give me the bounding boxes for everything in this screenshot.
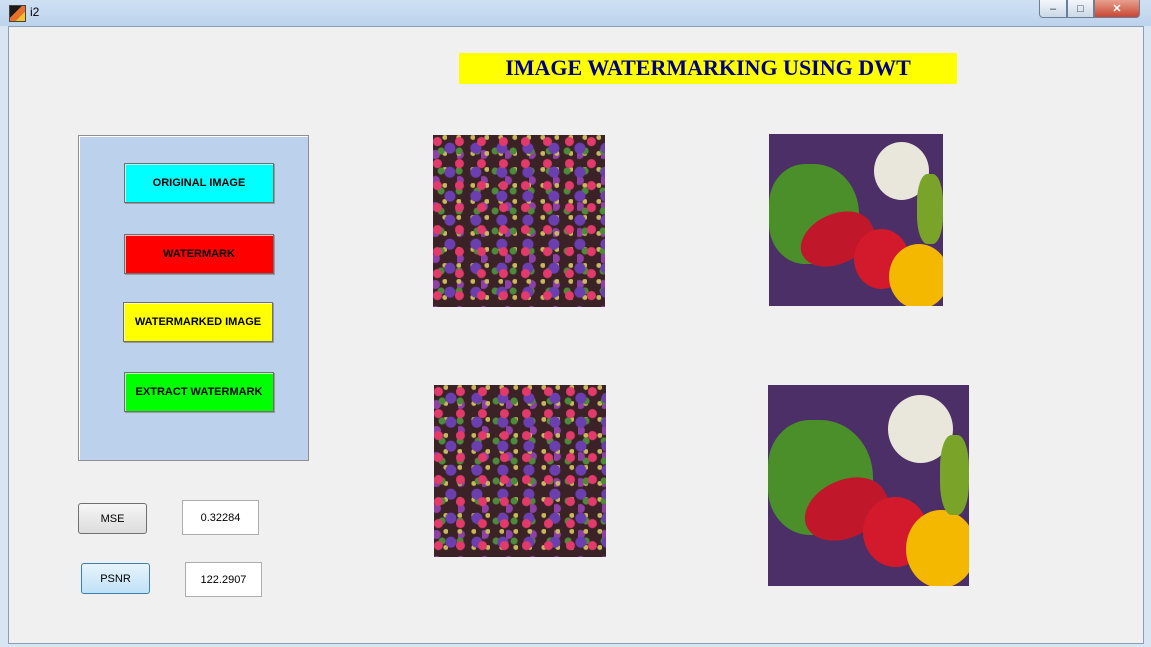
window-title: i2 xyxy=(30,5,40,19)
close-icon[interactable]: ✕ xyxy=(1094,0,1140,18)
extracted-watermark-image xyxy=(768,385,969,586)
figure-area: IMAGE WATERMARKING USING DWT ORIGINAL IM… xyxy=(8,26,1144,644)
matlab-app-icon xyxy=(9,5,26,22)
original-image-button[interactable]: ORIGINAL IMAGE xyxy=(124,163,274,203)
watermark-image xyxy=(769,134,943,306)
watermarked-image xyxy=(434,385,606,557)
title-bar: i2 – □ ✕ xyxy=(0,0,1151,26)
watermarked-image-button[interactable]: WATERMARKED IMAGE xyxy=(123,302,273,342)
minimize-icon[interactable]: – xyxy=(1039,0,1067,18)
maximize-icon[interactable]: □ xyxy=(1067,0,1094,18)
psnr-button[interactable]: PSNR xyxy=(81,563,150,594)
button-panel: ORIGINAL IMAGE WATERMARK WATERMARKED IMA… xyxy=(78,135,309,461)
mse-value: 0.32284 xyxy=(182,500,259,535)
page-title: IMAGE WATERMARKING USING DWT xyxy=(459,53,957,84)
original-image xyxy=(433,135,605,307)
watermark-button[interactable]: WATERMARK xyxy=(124,234,274,274)
mse-button[interactable]: MSE xyxy=(78,503,147,534)
psnr-value: 122.2907 xyxy=(185,562,262,597)
window-controls: – □ ✕ xyxy=(1039,0,1140,18)
extract-watermark-button[interactable]: EXTRACT WATERMARK xyxy=(124,372,274,412)
